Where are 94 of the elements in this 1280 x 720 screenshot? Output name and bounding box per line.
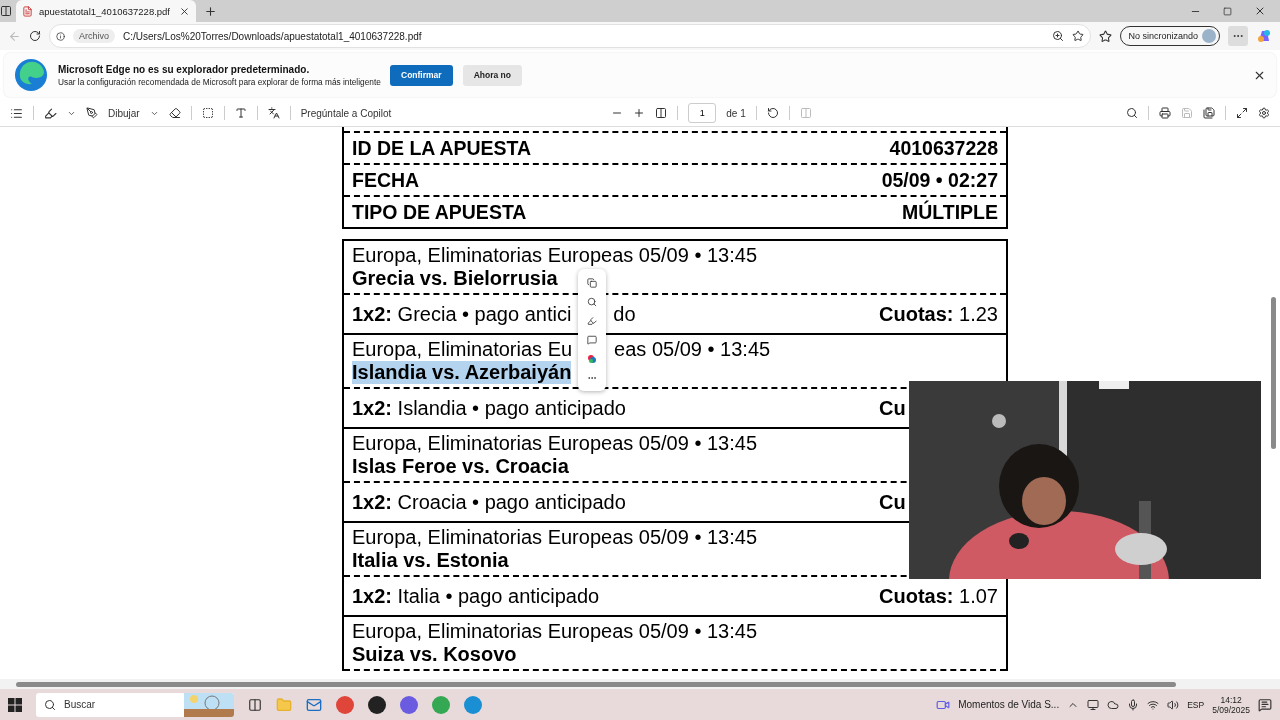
highlighter-icon[interactable] <box>587 315 597 326</box>
eraser-icon[interactable] <box>168 107 181 119</box>
pick-text: Croacia • pago anticipado <box>397 490 626 514</box>
zoom-icon[interactable] <box>1052 30 1065 42</box>
windows-start-icon[interactable] <box>8 697 22 712</box>
odds-value: 1.23 <box>959 302 998 325</box>
match-name: Italia vs. Estonia <box>352 549 509 572</box>
edge-logo-icon <box>14 58 48 92</box>
market-label: 1x2: <box>352 396 393 419</box>
odds-label: Cuotas: <box>879 584 954 607</box>
event-info: Europa, Eliminatorias Europeas 05/09 • 13:45 <box>352 244 758 267</box>
pick-text: Grecia • pago antici <box>397 302 572 326</box>
file-chip[interactable]: Archivo <box>73 29 115 43</box>
close-icon[interactable] <box>1254 5 1266 17</box>
event-info: eas 05/09 • 13:45 <box>614 338 771 361</box>
volume-icon[interactable] <box>1167 698 1180 711</box>
info-icon[interactable] <box>56 31 65 41</box>
page-total: de 1 <box>726 107 746 119</box>
match-name: Islandia vs. Azerbaiyán <box>352 361 572 384</box>
settings-icon[interactable] <box>1258 107 1270 119</box>
highlighter-icon[interactable] <box>44 106 57 120</box>
browser-app-icon[interactable] <box>336 695 354 714</box>
read-aloud-icon[interactable] <box>234 107 247 119</box>
summary-label: TIPO DE APUESTA <box>352 200 527 224</box>
market-label: 1x2: <box>352 584 393 607</box>
comment-icon[interactable] <box>587 334 597 345</box>
search-icon[interactable] <box>44 698 56 711</box>
contents-icon[interactable] <box>10 106 23 120</box>
new-tab-icon[interactable] <box>204 4 217 18</box>
summary-label: FECHA <box>352 168 420 192</box>
notifications-icon[interactable] <box>1258 697 1272 712</box>
print-icon[interactable] <box>1159 107 1171 119</box>
pick-text: Italia • pago anticipado <box>397 584 600 608</box>
event-info: Europa, Eliminatorias Europeas 05/09 • 13:45 <box>352 620 758 643</box>
search-icon[interactable] <box>587 296 597 307</box>
address-bar[interactable]: Archivo C:/Users/Los%20Torres/Downloads/apuestatotal1_4010637228.pdf <box>49 24 1092 48</box>
refresh-icon[interactable] <box>29 30 41 42</box>
search-icon[interactable] <box>1126 107 1138 119</box>
rotate-icon[interactable] <box>766 107 779 119</box>
browser-tab[interactable]: apuestatotal1_4010637228.pdf <box>16 0 196 22</box>
pdf-file-icon <box>22 5 33 17</box>
odds-label: Cu <box>879 396 906 419</box>
cloud-icon[interactable] <box>1107 698 1120 711</box>
banner-text: Usar la configuración recomendada de Microsoft para explorar de forma más inteligente <box>58 76 380 87</box>
language-indicator[interactable]: ESP <box>1187 699 1205 710</box>
odds-label: Cu <box>879 490 906 513</box>
pick-text: do <box>613 302 636 326</box>
close-icon[interactable] <box>179 5 190 17</box>
task-view-icon[interactable] <box>248 697 262 712</box>
clock[interactable]: 14:12 5/09/2025 <box>1212 694 1250 715</box>
draw-label[interactable]: Dibujar <box>108 107 140 119</box>
fit-width-icon[interactable] <box>655 107 668 119</box>
market-label: 1x2: <box>352 302 393 325</box>
text-box-icon[interactable] <box>201 107 214 119</box>
edge-app-icon[interactable] <box>464 695 482 714</box>
odds-value: 1.07 <box>959 584 998 607</box>
page-number-field[interactable]: 1 <box>688 103 717 123</box>
zoom-in-icon[interactable] <box>633 107 646 119</box>
app-icon[interactable] <box>368 695 386 714</box>
tab-actions-icon[interactable] <box>0 5 12 17</box>
favorites-icon[interactable] <box>1099 29 1113 43</box>
dismiss-button[interactable]: Ahora no <box>462 64 522 86</box>
event-info: Europa, Eliminatorias Europeas 05/09 • 13:45 <box>352 432 758 455</box>
translate-icon[interactable] <box>267 107 280 119</box>
summary-value: MÚLTIPLE <box>901 200 998 224</box>
pick-text: Islandia • pago anticipado <box>397 396 626 420</box>
mail-icon[interactable] <box>306 696 322 713</box>
event-info: Europa, Eliminatorias Europeas 05/09 • 13:45 <box>352 526 758 549</box>
scrollbar-thumb[interactable] <box>1271 297 1276 449</box>
copilot-icon[interactable] <box>587 353 597 364</box>
odds-label: Cuotas: <box>879 302 954 325</box>
banner-title: Microsoft Edge no es su explorador predeterminado. <box>58 63 311 75</box>
summary-label: ID DE LA APUESTA <box>352 136 532 160</box>
star-icon[interactable] <box>1072 30 1085 42</box>
copilot-icon[interactable] <box>1256 28 1272 44</box>
pen-icon[interactable] <box>86 107 98 119</box>
save-as-icon[interactable] <box>1203 107 1215 119</box>
event-info: Europa, Eliminatorias Eu <box>352 338 573 361</box>
copilot-link[interactable]: Pregúntale a Copilot <box>300 107 392 119</box>
maximize-icon[interactable] <box>1223 5 1232 17</box>
summary-value: 05/09 • 02:27 <box>881 168 998 192</box>
fullscreen-icon[interactable] <box>1236 107 1248 119</box>
copy-icon[interactable] <box>587 277 597 288</box>
market-label: 1x2: <box>352 490 393 513</box>
confirm-button[interactable]: Confirmar <box>390 64 453 86</box>
match-name: Grecia vs. Bielorrusia <box>352 267 558 290</box>
match-name: Islas Feroe vs. Croacia <box>352 455 569 478</box>
summary-value: 4010637228 <box>889 136 998 160</box>
network-icon[interactable] <box>1147 698 1160 711</box>
scrollbar-thumb[interactable] <box>16 681 1176 687</box>
match-name: Suiza vs. Kosovo <box>352 643 517 666</box>
media-title[interactable]: Momentos de Vida S... <box>958 699 1060 710</box>
taskbar-search-field[interactable]: Buscar <box>36 692 234 717</box>
microphone-icon[interactable] <box>1127 698 1140 711</box>
